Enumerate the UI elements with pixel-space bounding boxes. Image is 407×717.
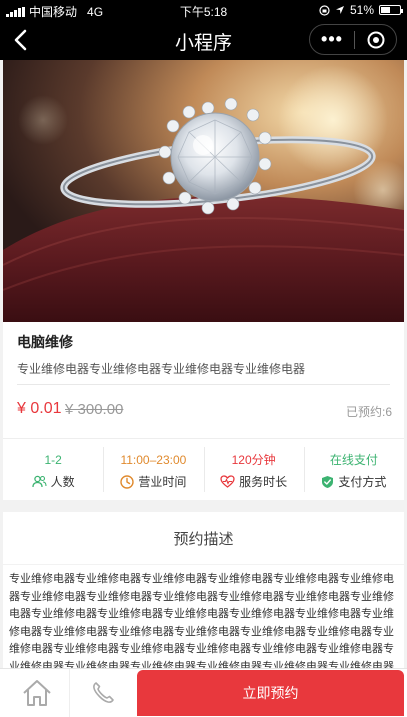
miniprogram-capsule: •••: [309, 24, 397, 55]
phone-button[interactable]: [70, 669, 136, 717]
stat-label: 人数: [50, 475, 75, 489]
home-icon: [22, 680, 51, 706]
stat-payment: 在线支付 支付方式: [303, 439, 404, 500]
product-title: 电脑维修: [17, 334, 73, 350]
product-subtitle: 专业维修电器专业维修电器专业维修电器专业维修电器: [17, 362, 306, 376]
close-miniprogram-button[interactable]: [355, 31, 396, 49]
location-arrow-icon: [335, 6, 344, 14]
stat-label: 服务时长: [239, 475, 288, 489]
original-price: ¥ 300.00: [65, 401, 124, 418]
stat-value: 在线支付: [329, 453, 378, 467]
description-title: 预约描述: [173, 531, 234, 548]
booked-label: 已预约:: [345, 405, 386, 419]
phone-icon: [93, 682, 114, 703]
book-now-button[interactable]: 立即预约: [137, 670, 404, 716]
status-bar: 中国移动 4G 下午5:18 51%: [0, 0, 407, 20]
stat-value: 11:00–23:00: [120, 453, 187, 467]
description-body: 专业维修电器专业维修电器专业维修电器专业维修电器专业维修电器专业维修电器专业维修…: [3, 565, 404, 675]
info-divider: [17, 384, 390, 385]
stat-people: 1-2 人数: [3, 439, 103, 500]
stat-value: 120分钟: [231, 453, 276, 467]
home-button[interactable]: [4, 669, 70, 717]
battery-icon: [379, 5, 403, 15]
ring-photo: [3, 60, 404, 322]
people-icon: [31, 475, 47, 488]
current-price: ¥ 0.01: [17, 400, 62, 417]
bottom-bar: 立即预约: [0, 668, 407, 717]
status-right: 51%: [319, 3, 403, 17]
booked-count: 已预约:6: [346, 403, 392, 420]
shield-check-icon: [322, 475, 334, 488]
stat-hours: 11:00–23:00 营业时间: [103, 439, 203, 500]
product-info: 电脑维修 专业维修电器专业维修电器专业维修电器专业维修电器 ¥ 0.01 ¥ 3…: [3, 322, 404, 438]
more-menu-button[interactable]: •••: [310, 24, 354, 55]
stat-label: 营业时间: [138, 475, 187, 489]
booked-value: 6: [385, 405, 392, 419]
clock-icon: [120, 474, 135, 489]
product-image: [3, 60, 404, 322]
battery-percent: 51%: [349, 3, 374, 17]
description-header: 预约描述: [3, 512, 404, 564]
target-icon: [367, 31, 384, 48]
stat-duration: 120分钟 服务时长: [203, 439, 304, 500]
nav-bar: 小程序 •••: [0, 20, 407, 60]
lock-rotation-icon: [319, 4, 330, 16]
service-stats: 1-2 人数 11:00–23:00 营业时间 120分钟 服务时长 在线支付 …: [3, 438, 404, 500]
stat-label: 支付方式: [338, 475, 387, 489]
heart-pulse-icon: [220, 475, 235, 488]
stat-value: 1-2: [44, 453, 62, 467]
screen: 中国移动 4G 下午5:18 51% 小程序 ••• 电脑维修 专业维修电器专业…: [0, 0, 407, 717]
